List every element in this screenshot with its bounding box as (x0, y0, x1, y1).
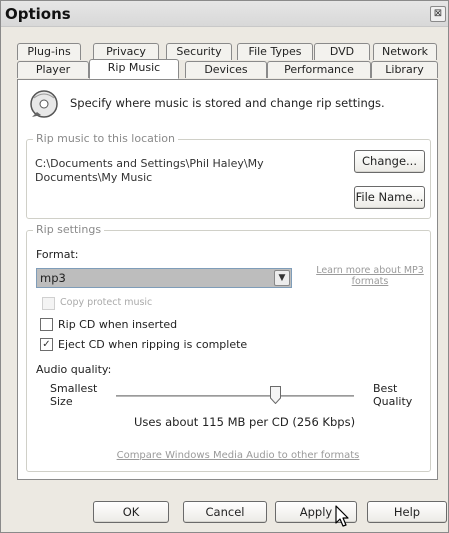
rip-on-insert-checkbox[interactable] (40, 318, 53, 331)
copy-protect-label: Copy protect music (60, 297, 153, 308)
audio-quality-slider-track[interactable] (116, 395, 354, 397)
options-dialog: Options ⊠ Plug-ins Privacy Security File… (0, 0, 449, 533)
tab-devices[interactable]: Devices (185, 61, 267, 78)
tab-performance[interactable]: Performance (267, 61, 371, 78)
dialog-title: Options (5, 5, 71, 23)
audio-quality-label: Audio quality: (36, 363, 112, 376)
compare-formats-link[interactable]: Compare Windows Media Audio to other for… (108, 450, 368, 461)
format-select[interactable]: mp3 ▼ (36, 268, 292, 288)
tab-file-types[interactable]: File Types (237, 43, 313, 60)
format-selected-value: mp3 (40, 271, 66, 285)
close-icon[interactable]: ⊠ (430, 6, 446, 22)
mouse-cursor-icon (335, 505, 349, 527)
rip-location-label: Rip music to this location (33, 132, 178, 145)
tab-plug-ins[interactable]: Plug-ins (17, 43, 81, 60)
rip-settings-label: Rip settings (33, 223, 105, 236)
rip-location-path: C:\Documents and Settings\Phil Haley\My … (35, 157, 264, 184)
cd-icon (30, 90, 58, 118)
ok-button[interactable]: OK (93, 501, 169, 523)
help-button[interactable]: Help (367, 501, 447, 523)
eject-cd-label[interactable]: Eject CD when ripping is complete (58, 338, 247, 351)
rip-on-insert-label[interactable]: Rip CD when inserted (58, 318, 177, 331)
rip-music-panel: Specify where music is stored and change… (17, 79, 438, 480)
change-button[interactable]: Change... (354, 150, 425, 173)
quality-label: Quality (373, 395, 413, 408)
rip-location-group: Rip music to this location C:\Documents … (26, 132, 431, 219)
cancel-button[interactable]: Cancel (183, 501, 267, 523)
tab-dvd[interactable]: DVD (314, 43, 370, 60)
size-label: Size (50, 395, 73, 408)
chevron-down-icon[interactable]: ▼ (274, 270, 290, 286)
smallest-label: Smallest (50, 382, 98, 395)
file-name-button[interactable]: File Name... (354, 186, 425, 209)
copy-protect-checkbox (42, 297, 55, 310)
tab-privacy[interactable]: Privacy (93, 43, 159, 60)
tab-network[interactable]: Network (373, 43, 437, 60)
header-description: Specify where music is stored and change… (70, 96, 385, 110)
learn-more-mp3-link[interactable]: Learn more about MP3 formats (316, 265, 424, 287)
tab-rip-music[interactable]: Rip Music (89, 59, 179, 79)
audio-quality-slider-thumb[interactable] (270, 386, 282, 404)
best-label: Best (373, 382, 398, 395)
tab-player[interactable]: Player (17, 61, 89, 78)
title-bar[interactable]: Options ⊠ (1, 1, 448, 27)
tab-security[interactable]: Security (166, 43, 232, 60)
eject-cd-checkbox[interactable]: ✓ (40, 338, 53, 351)
format-label: Format: (36, 248, 79, 261)
tab-library[interactable]: Library (371, 61, 438, 78)
usage-text: Uses about 115 MB per CD (256 Kbps) (134, 415, 356, 429)
